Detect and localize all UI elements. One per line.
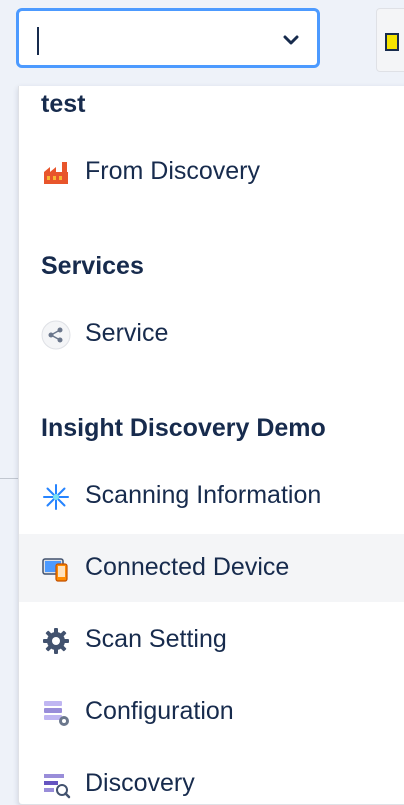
menu-item-service[interactable]: Service (19, 300, 404, 368)
menu-item-connected-device[interactable]: Connected Device (19, 534, 404, 602)
menu-item-from-discovery[interactable]: From Discovery (19, 138, 404, 206)
menu-item-configuration[interactable]: Configuration (19, 678, 404, 746)
starburst-icon (43, 484, 69, 510)
group-title-insight-discovery-demo: Insight Discovery Demo (41, 414, 326, 442)
config-stack-icon (44, 701, 69, 726)
note-icon (385, 33, 399, 51)
chevron-down-icon[interactable] (283, 33, 299, 47)
gear-icon (43, 628, 69, 654)
menu-item-label: Discovery (85, 769, 195, 797)
text-cursor (37, 27, 39, 55)
menu-item-label: Scanning Information (85, 481, 322, 509)
dropdown-menu: test From Discovery Services Service Ins… (18, 86, 404, 805)
factory-icon (44, 162, 68, 184)
menu-item-label: Configuration (85, 697, 234, 725)
toolbar (0, 0, 404, 86)
share-nodes-icon (41, 320, 71, 350)
menu-item-scanning-information[interactable]: Scanning Information (19, 462, 404, 530)
menu-item-discovery[interactable]: Discovery (19, 750, 404, 804)
menu-item-label: Service (85, 319, 169, 347)
object-type-select[interactable] (16, 8, 320, 68)
menu-item-scan-setting[interactable]: Scan Setting (19, 606, 404, 674)
search-list-icon (44, 774, 71, 799)
devices-icon (42, 558, 68, 582)
menu-item-label: Scan Setting (85, 625, 227, 653)
menu-item-label: From Discovery (85, 157, 261, 185)
divider (0, 478, 20, 479)
menu-item-label: Connected Device (85, 553, 290, 581)
side-button[interactable] (376, 8, 404, 72)
group-title-test: test (41, 90, 86, 118)
group-title-services: Services (41, 252, 144, 280)
